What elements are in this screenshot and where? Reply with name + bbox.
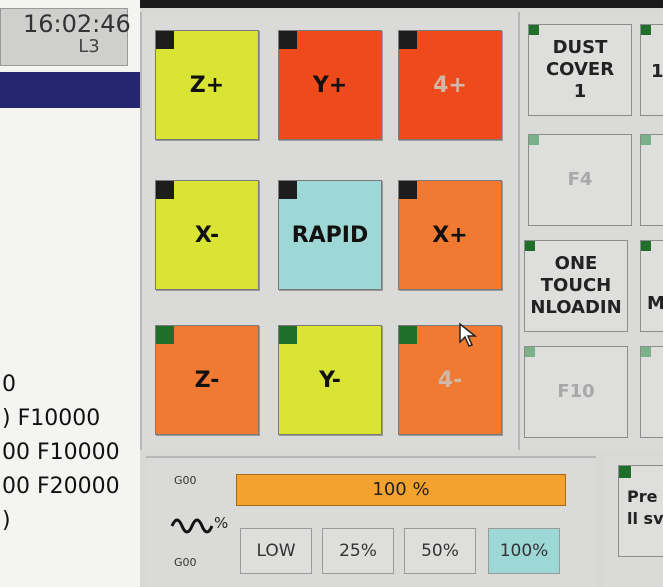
jog-label: RAPID <box>291 222 369 248</box>
gcode-line: ) <box>2 508 11 533</box>
pre-button[interactable]: Pre ll sv <box>618 465 663 557</box>
clock-box: 16:02:46 L3 <box>0 8 131 66</box>
indicator-icon <box>641 25 651 35</box>
menu-side-button[interactable] <box>640 134 663 226</box>
jog-4-minus-button[interactable]: 4- <box>398 325 502 435</box>
gcode-panel: 16:02:46 L3 0 ) F10000 00 F10000 00 F200… <box>0 0 140 587</box>
jog-4-plus-button[interactable]: 4+ <box>398 30 502 140</box>
override-top-label: G00 <box>174 474 197 487</box>
cnc-control-screen: 16:02:46 L3 0 ) F10000 00 F10000 00 F200… <box>0 0 663 587</box>
override-50-button[interactable]: 50% <box>404 528 476 574</box>
indicator-icon <box>619 466 631 478</box>
jog-label: Y- <box>319 367 341 393</box>
jog-label: X+ <box>432 222 468 248</box>
indicator-icon <box>529 135 539 145</box>
dust-cover-button[interactable]: DUST COVER 1 <box>528 24 632 116</box>
indicator-icon <box>399 31 417 49</box>
wave-icon <box>170 518 214 534</box>
clock-line: L3 <box>78 36 100 57</box>
override-100-button[interactable]: 100% <box>488 528 560 574</box>
gcode-line: 00 F10000 <box>2 440 120 465</box>
jog-y-plus-button[interactable]: Y+ <box>278 30 382 140</box>
program-header-bar <box>0 72 140 108</box>
indicator-icon <box>279 326 297 344</box>
jog-y-minus-button[interactable]: Y- <box>278 325 382 435</box>
pre-label: Pre ll sv <box>627 486 663 530</box>
percent-symbol: % <box>214 514 229 532</box>
f10-button[interactable]: F10 <box>524 346 628 438</box>
menu-label: 1 <box>651 61 663 82</box>
pre-label-line: ll sv <box>627 509 663 528</box>
gcode-line: 0 <box>2 372 16 397</box>
indicator-icon <box>641 347 651 357</box>
indicator-icon <box>641 135 651 145</box>
override-low-button[interactable]: LOW <box>240 528 312 574</box>
menu-label: M <box>647 293 663 314</box>
jog-x-plus-button[interactable]: X+ <box>398 180 502 290</box>
menu-label: DUST COVER 1 <box>545 37 615 102</box>
jog-label: 4- <box>437 367 463 393</box>
indicator-icon <box>641 241 651 251</box>
menu-label: F4 <box>567 169 593 190</box>
menu-label: F10 <box>557 381 595 402</box>
jog-label: Z- <box>194 367 220 393</box>
indicator-icon <box>399 181 417 199</box>
mouse-cursor-icon <box>459 322 478 347</box>
gcode-line: 00 F20000 <box>2 474 120 499</box>
menu-side-button[interactable]: M <box>640 240 663 332</box>
jog-label: Z+ <box>189 72 225 98</box>
f4-button[interactable]: F4 <box>528 134 632 226</box>
jog-x-minus-button[interactable]: X- <box>155 180 259 290</box>
menu-label: ONE TOUCH NLOADIN <box>530 253 622 318</box>
jog-label: X- <box>194 222 220 248</box>
one-touch-unloading-button[interactable]: ONE TOUCH NLOADIN <box>524 240 628 332</box>
override-value-bar: 100 % <box>236 474 566 506</box>
jog-z-plus-button[interactable]: Z+ <box>155 30 259 140</box>
clock-time: 16:02:46 <box>23 10 131 38</box>
indicator-icon <box>279 181 297 199</box>
indicator-icon <box>525 347 535 357</box>
indicator-icon <box>525 241 535 251</box>
indicator-icon <box>399 326 417 344</box>
gcode-line: ) F10000 <box>2 406 101 431</box>
menu-side-button[interactable]: 1 <box>640 24 663 116</box>
pre-label-line: Pre <box>627 487 658 506</box>
jog-label: 4+ <box>433 72 467 98</box>
indicator-icon <box>529 25 539 35</box>
indicator-icon <box>156 31 174 49</box>
menu-side-button[interactable] <box>640 346 663 438</box>
override-bottom-label: G00 <box>174 556 197 569</box>
indicator-icon <box>156 326 174 344</box>
indicator-icon <box>279 31 297 49</box>
rapid-button[interactable]: RAPID <box>278 180 382 290</box>
jog-label: Y+ <box>312 72 348 98</box>
indicator-icon <box>156 181 174 199</box>
override-25-button[interactable]: 25% <box>322 528 394 574</box>
jog-z-minus-button[interactable]: Z- <box>155 325 259 435</box>
